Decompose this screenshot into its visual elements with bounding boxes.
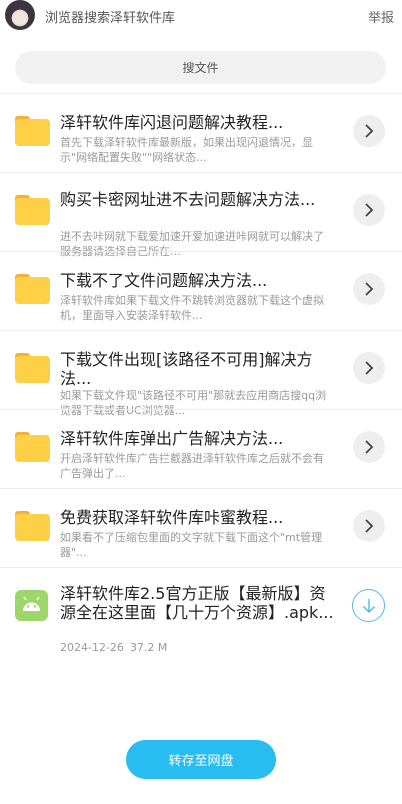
android-icon bbox=[15, 590, 48, 621]
divider bbox=[0, 488, 402, 489]
file-title: 免费获取泽轩软件库咔蜜教程... bbox=[60, 508, 284, 527]
save-to-cloud-label: 转存至网盘 bbox=[168, 754, 234, 769]
folder-icon bbox=[15, 511, 50, 541]
chevron-right-icon[interactable] bbox=[353, 510, 385, 542]
chevron-right-icon[interactable] bbox=[353, 273, 385, 305]
header: 浏览器搜索泽轩软件库 举报 bbox=[0, 0, 402, 30]
divider bbox=[0, 93, 402, 94]
search-label: 搜文件 bbox=[182, 61, 219, 75]
apk-meta: 2024-12-26 37.2 M bbox=[60, 641, 167, 654]
folder-icon bbox=[15, 432, 50, 462]
chevron-right-icon[interactable] bbox=[353, 115, 385, 147]
file-desc: 如果看不了压缩包里面的文字就下载下面这个"mt管理器"... bbox=[60, 531, 323, 559]
report-link[interactable]: 举报 bbox=[368, 7, 394, 26]
file-desc: 首先下载泽轩软件库最新版，如果出现闪退情况，显示"网络配置失败""网络状态... bbox=[60, 136, 313, 164]
divider bbox=[0, 330, 402, 331]
folder-icon bbox=[15, 274, 50, 304]
file-desc: 进不去咔网就下载爱加速开爱加速进咔网就可以解决了 服务器请选择自己所在... bbox=[60, 230, 324, 258]
file-title: 下载不了文件问题解决方法... bbox=[60, 271, 268, 290]
folder-icon bbox=[15, 353, 50, 383]
file-title: 泽轩软件库弹出广告解决方法... bbox=[60, 429, 284, 448]
file-title: 下载文件出现[该路径不可用]解决方法... bbox=[60, 350, 313, 388]
header-title: 浏览器搜索泽轩软件库 bbox=[45, 11, 176, 26]
chevron-right-icon[interactable] bbox=[353, 194, 385, 226]
file-title: 泽轩软件库闪退问题解决教程... bbox=[60, 113, 284, 132]
folder-icon bbox=[15, 116, 50, 146]
file-title: 购买卡密网址进不去问题解决方法... bbox=[60, 190, 316, 209]
apk-size: 37.2 M bbox=[129, 641, 168, 654]
folder-icon bbox=[15, 195, 50, 225]
divider bbox=[0, 567, 402, 568]
file-desc: 如果下载文件现"该路径不可用"那就去应用商店搜qq浏览器下载或者UC浏览器... bbox=[60, 389, 327, 417]
divider bbox=[0, 409, 402, 410]
divider bbox=[0, 172, 402, 173]
avatar[interactable] bbox=[5, 0, 35, 30]
download-icon[interactable] bbox=[352, 589, 385, 622]
search-input[interactable]: 搜文件 bbox=[15, 51, 386, 84]
apk-title[interactable]: 泽轩软件库2.5官方正版【最新版】资源全在这里面【几十万个资源】.apk... bbox=[60, 584, 335, 622]
file-desc: 开启泽轩软件库广告拦截器进泽轩软件库之后就不会有广告弹出了... bbox=[60, 452, 324, 480]
apk-date: 2024-12-26 bbox=[60, 641, 124, 654]
save-to-cloud-button[interactable]: 转存至网盘 bbox=[126, 740, 276, 779]
chevron-right-icon[interactable] bbox=[353, 431, 385, 463]
chevron-right-icon[interactable] bbox=[353, 352, 385, 384]
divider bbox=[0, 251, 402, 252]
file-desc: 泽轩软件库如果下载文件不跳转浏览器就下载这个虚拟机，里面导入安装泽轩软件... bbox=[60, 294, 324, 322]
